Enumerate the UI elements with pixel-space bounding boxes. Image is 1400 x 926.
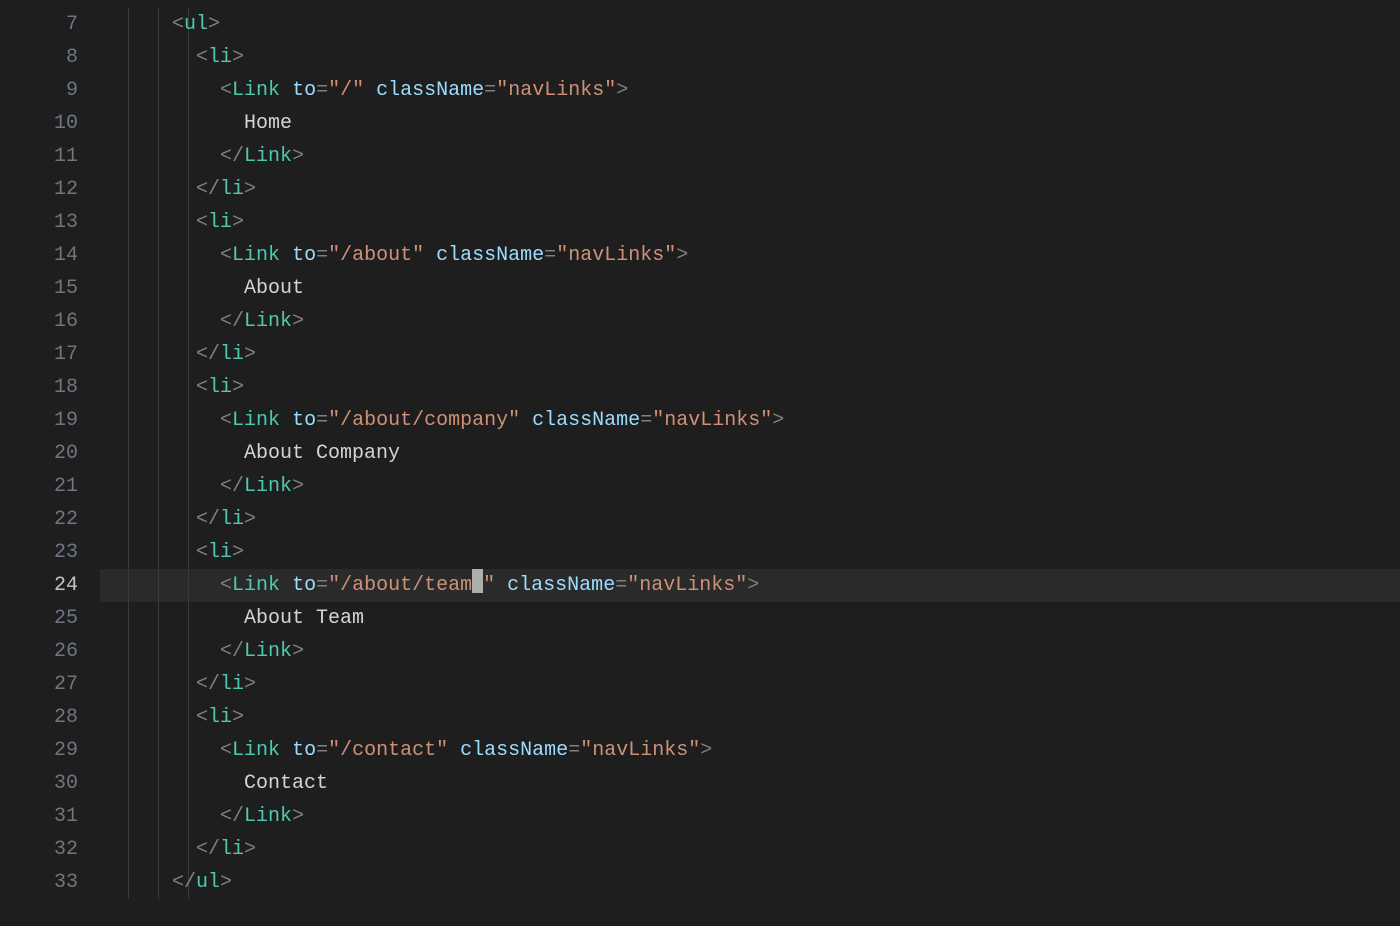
code-line[interactable]: About Team (100, 602, 1400, 635)
code-line[interactable]: About Company (100, 437, 1400, 470)
code-line[interactable]: <li> (100, 536, 1400, 569)
line-number: 28 (0, 701, 100, 734)
line-number: 20 (0, 437, 100, 470)
code-line[interactable]: About (100, 272, 1400, 305)
code-line[interactable]: </Link> (100, 470, 1400, 503)
code-line[interactable]: <li> (100, 701, 1400, 734)
code-line[interactable]: <Link to="/about/team" className="navLin… (100, 569, 1400, 602)
line-number: 22 (0, 503, 100, 536)
code-line[interactable]: </Link> (100, 305, 1400, 338)
line-number: 7 (0, 8, 100, 41)
code-line[interactable]: <li> (100, 206, 1400, 239)
line-number-gutter: 7891011121314151617181920212223242526272… (0, 0, 100, 926)
line-number: 11 (0, 140, 100, 173)
code-line[interactable]: Contact (100, 767, 1400, 800)
text-cursor (472, 569, 483, 593)
code-line[interactable]: <Link to="/" className="navLinks"> (100, 74, 1400, 107)
line-number: 8 (0, 41, 100, 74)
code-line[interactable]: </ul> (100, 866, 1400, 899)
line-number: 21 (0, 470, 100, 503)
line-number: 9 (0, 74, 100, 107)
line-number: 12 (0, 173, 100, 206)
code-line[interactable]: </li> (100, 503, 1400, 536)
line-number: 30 (0, 767, 100, 800)
line-number: 23 (0, 536, 100, 569)
line-number: 32 (0, 833, 100, 866)
code-line[interactable]: </Link> (100, 800, 1400, 833)
line-number: 26 (0, 635, 100, 668)
line-number: 17 (0, 338, 100, 371)
line-number: 31 (0, 800, 100, 833)
line-number: 16 (0, 305, 100, 338)
code-area[interactable]: <ul> <li> <Link to="/" className="navLin… (100, 0, 1400, 926)
line-number: 15 (0, 272, 100, 305)
code-line[interactable]: </Link> (100, 140, 1400, 173)
code-line[interactable]: </li> (100, 173, 1400, 206)
code-line[interactable]: <Link to="/contact" className="navLinks"… (100, 734, 1400, 767)
code-line[interactable]: <Link to="/about/company" className="nav… (100, 404, 1400, 437)
line-number: 33 (0, 866, 100, 899)
line-number: 25 (0, 602, 100, 635)
code-line[interactable]: </li> (100, 833, 1400, 866)
code-line[interactable]: <ul> (100, 8, 1400, 41)
line-number: 10 (0, 107, 100, 140)
code-editor[interactable]: 7891011121314151617181920212223242526272… (0, 0, 1400, 926)
line-number: 18 (0, 371, 100, 404)
line-number: 13 (0, 206, 100, 239)
code-line[interactable]: </Link> (100, 635, 1400, 668)
line-number: 19 (0, 404, 100, 437)
line-number: 27 (0, 668, 100, 701)
line-number: 24 (0, 569, 100, 602)
code-line[interactable]: </li> (100, 338, 1400, 371)
line-number: 29 (0, 734, 100, 767)
code-line[interactable]: <li> (100, 371, 1400, 404)
line-number: 14 (0, 239, 100, 272)
code-line[interactable]: <Link to="/about" className="navLinks"> (100, 239, 1400, 272)
code-line[interactable]: Home (100, 107, 1400, 140)
code-line[interactable]: <li> (100, 41, 1400, 74)
code-line[interactable]: </li> (100, 668, 1400, 701)
